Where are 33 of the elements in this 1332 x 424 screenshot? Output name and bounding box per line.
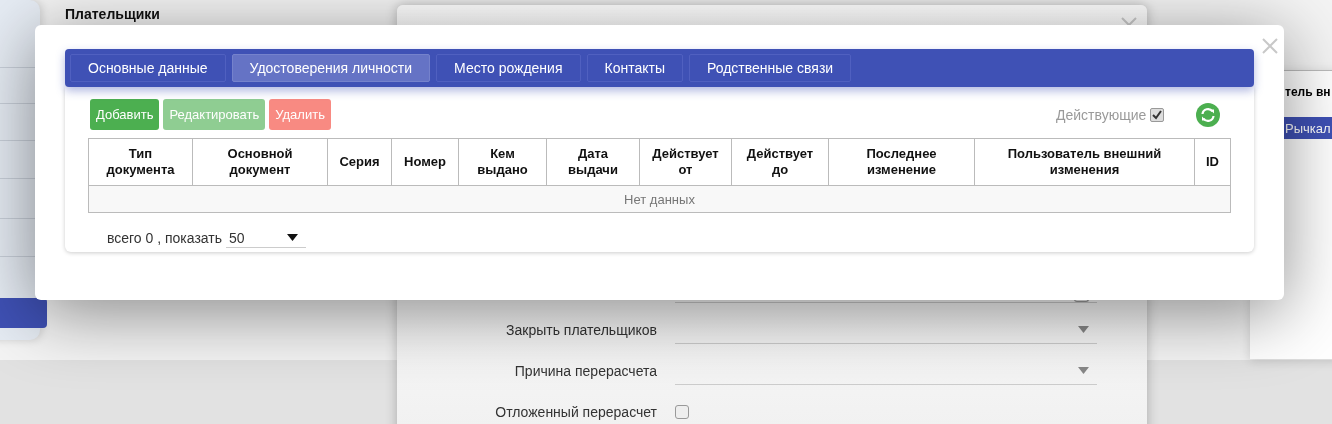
column-header: Пользователь внешний изменения	[974, 138, 1195, 186]
page-size-select[interactable]: 50	[226, 228, 307, 248]
column-header: Тип документа	[88, 138, 193, 186]
caret-icon	[287, 234, 299, 241]
caret-icon	[1078, 325, 1089, 333]
checkbox[interactable]	[1150, 108, 1165, 122]
column-header: Основной документ	[192, 138, 328, 186]
tab[interactable]: Контакты	[586, 54, 683, 82]
field-label: Отложенный перерасчет	[494, 403, 657, 420]
column-header: ID	[1194, 138, 1231, 186]
field-label: Причина перерасчета	[513, 362, 657, 379]
column-header: Серия	[327, 138, 392, 186]
tab[interactable]: Родственные связи	[689, 54, 852, 82]
tab[interactable]: Основные данные	[70, 54, 226, 82]
name-button[interactable]: Рычкал	[1283, 117, 1332, 139]
column-header: Действует от	[639, 138, 732, 186]
tab[interactable]: Удостоверения личности	[231, 54, 431, 82]
record-count: всего 0 , показать	[107, 230, 223, 246]
refresh-icon[interactable]	[1196, 103, 1220, 127]
page-title: Плательщики	[65, 6, 160, 22]
column-header: Действует до	[731, 138, 829, 186]
close-icon[interactable]	[1262, 38, 1278, 54]
tab[interactable]: Место рождения	[436, 54, 581, 82]
sidebar-button[interactable]	[0, 298, 47, 328]
column-heading: тель вн	[1285, 85, 1331, 99]
column-header: Последнее изменение	[828, 138, 975, 186]
column-header: Кем выдано	[458, 138, 547, 186]
column-header: Номер	[391, 138, 459, 186]
field-label: Закрыть плательщиков	[505, 321, 657, 338]
filter-label: Действующие	[1056, 107, 1147, 123]
empty-message: Нет данных	[88, 185, 1231, 213]
caret-icon	[1078, 366, 1089, 374]
column-header: Дата выдачи	[546, 138, 640, 186]
